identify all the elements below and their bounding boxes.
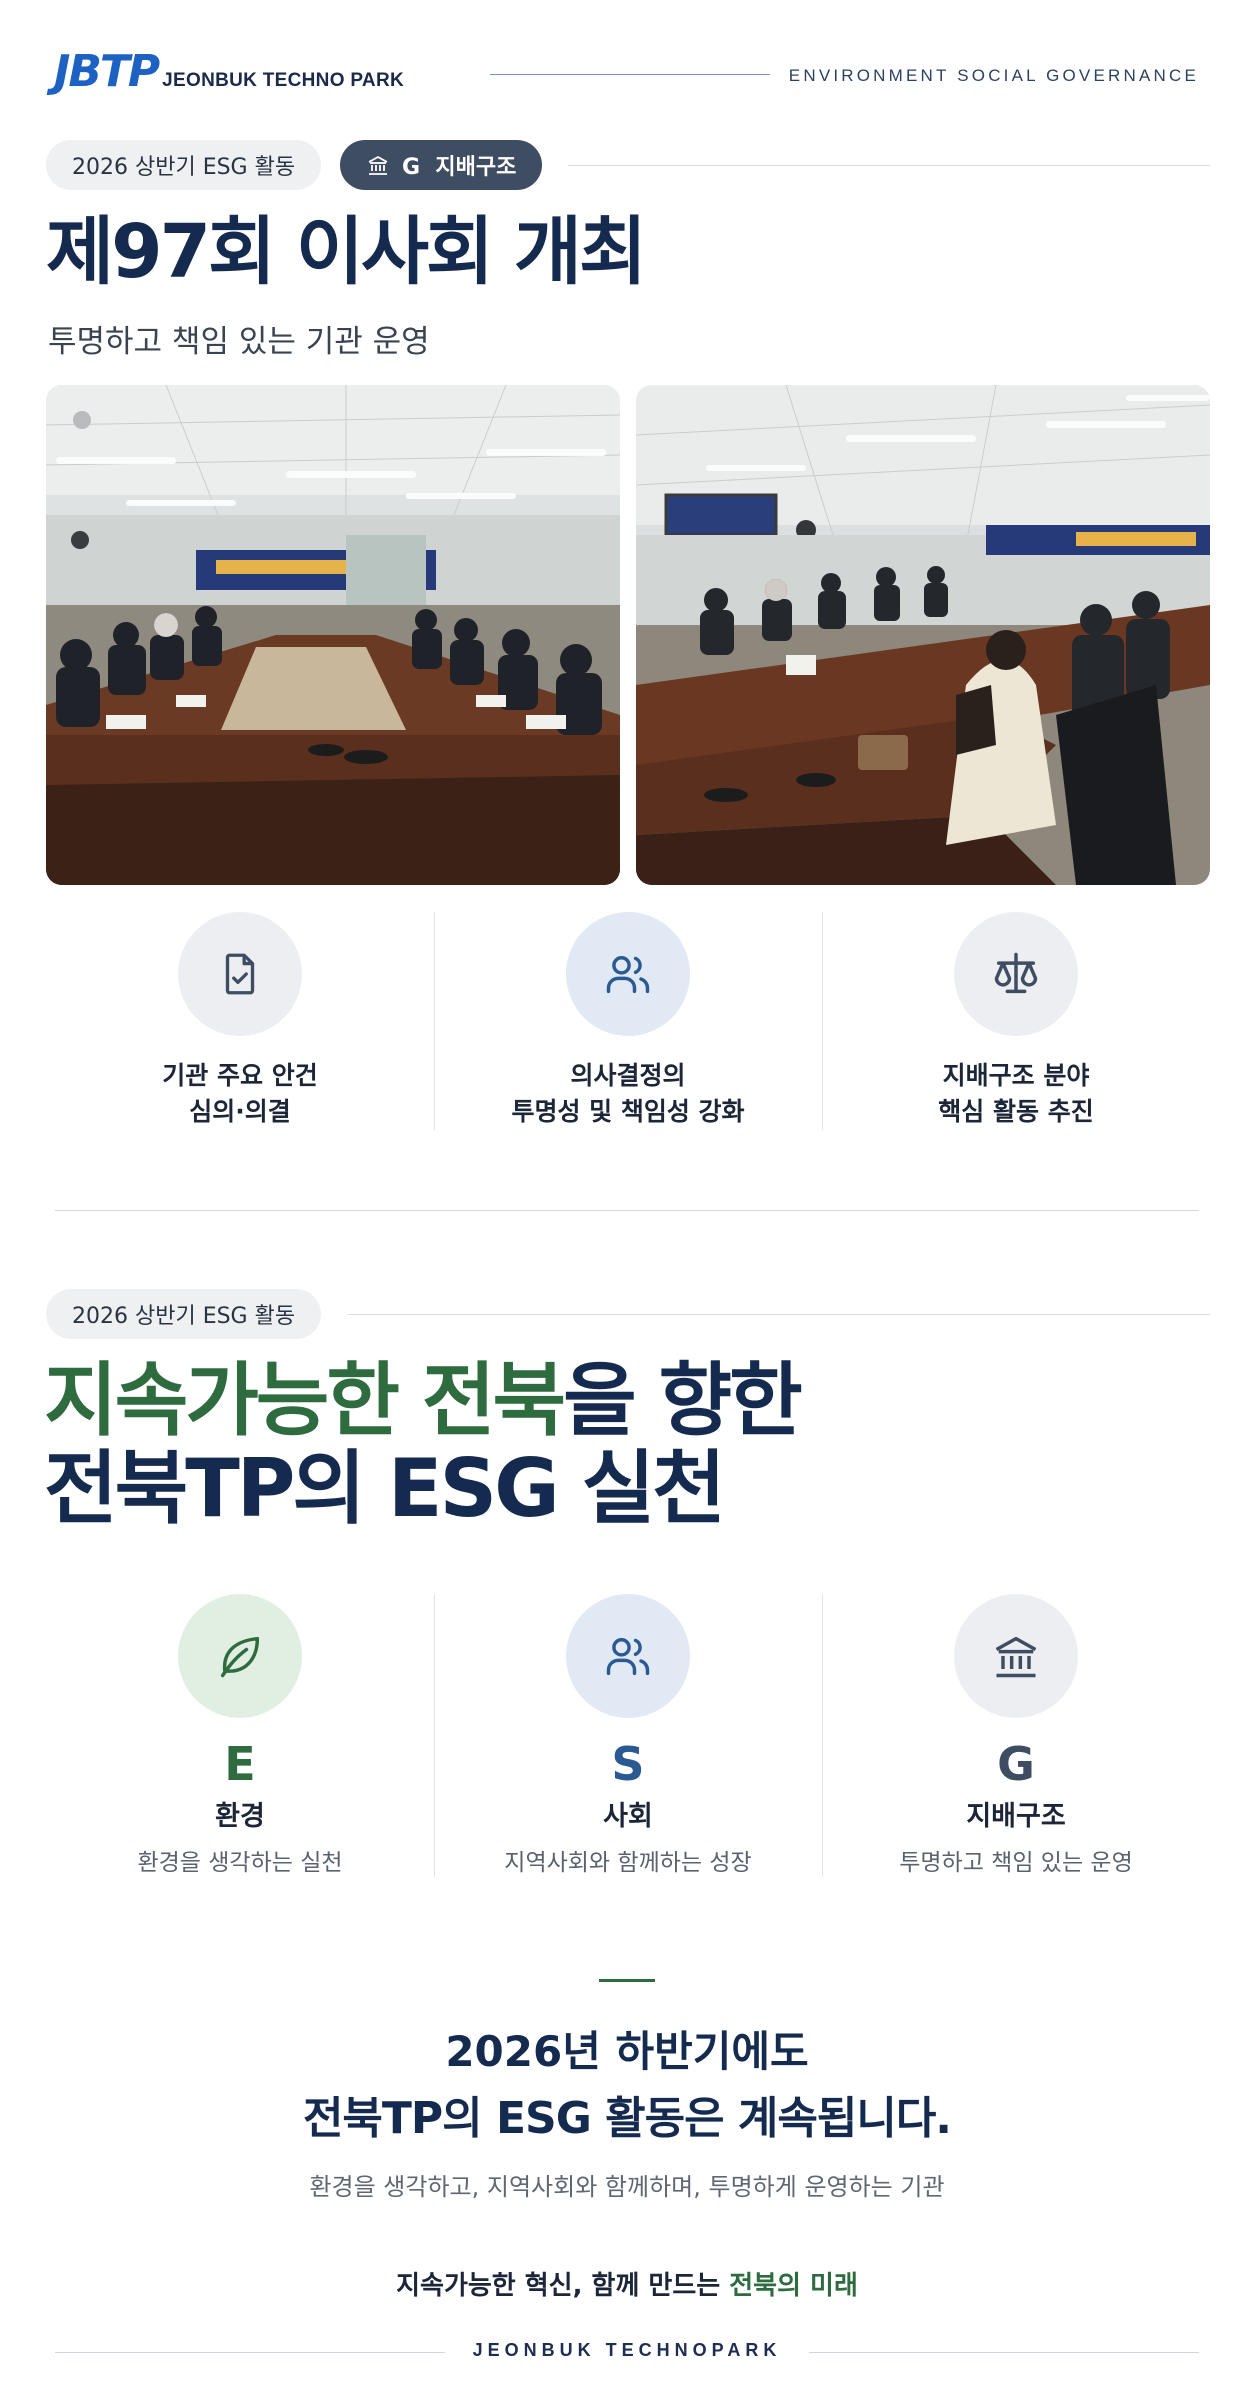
logo-text: JEONBUK TECHNO PARK — [162, 70, 404, 91]
headline-line2: 전북TP의 ESG 실천 — [44, 1442, 726, 1535]
feature-label: 기관 주요 안건 심의·의결 — [162, 1061, 318, 1126]
pillar-letter: E — [224, 1737, 256, 1791]
feature-label: 지배구조 분야 핵심 활동 추진 — [938, 1061, 1094, 1126]
header-divider — [490, 74, 770, 75]
feature-circle — [566, 912, 690, 1036]
pillar-desc: 지역사회와 함께하는 성장 — [504, 1850, 752, 1876]
closing-subtext: 환경을 생각하고, 지역사회와 함께하며, 투명하게 운영하는 기관 — [309, 2173, 945, 2201]
tagline-green: 전북의 미래 — [729, 2271, 858, 2301]
scale-icon — [994, 952, 1038, 994]
header-tagline: ENVIRONMENT SOCIAL GOVERNANCE — [788, 66, 1199, 85]
feature-agenda: 기관 주요 안건 심의·의결 — [46, 912, 434, 1130]
users-icon — [606, 956, 650, 994]
pillar-name: 사회 — [603, 1801, 653, 1832]
pillar-circle — [178, 1594, 302, 1718]
pillar-governance: G 지배구조 투명하고 책임 있는 운영 — [822, 1594, 1210, 1877]
agenda-features: 기관 주요 안건 심의·의결 의사결정의 투명성 및 책임성 강화 지배구조 분… — [46, 912, 1210, 1130]
footer-brand: JEONBUK TECHNOPARK — [472, 2340, 782, 2360]
headline-rest: 을 향한 — [563, 1354, 803, 1447]
institution-icon — [368, 156, 388, 175]
feature-transparency: 의사결정의 투명성 및 책임성 강화 — [434, 912, 822, 1130]
feature-label: 의사결정의 투명성 및 책임성 강화 — [511, 1061, 745, 1126]
closing-line-2: 전북TP의 ESG 활동은 계속됩니다. — [302, 2093, 952, 2144]
pillar-name: 환경 — [215, 1801, 265, 1832]
pillar-name: 지배구조 — [966, 1801, 1066, 1832]
accent-line — [599, 1979, 655, 1982]
jbtp-logo[interactable]: JBTP JEONBUK TECHNO PARK — [54, 50, 404, 94]
page-title: 제97회 이사회 개최 — [46, 209, 647, 295]
pillar-letter: G — [997, 1737, 1035, 1791]
pillar-letter: S — [611, 1737, 645, 1791]
section-divider — [55, 1210, 1199, 1211]
closing-tagline: 지속가능한 혁신, 함께 만드는 전북의 미래 — [0, 2265, 1254, 2302]
leaf-icon — [220, 1636, 260, 1678]
feature-governance: 지배구조 분야 핵심 활동 추진 — [822, 912, 1210, 1130]
category-pill-label: G 지배구조 — [402, 155, 517, 180]
feature-circle — [178, 912, 302, 1036]
headline-green: 지속가능한 전북 — [44, 1354, 566, 1447]
period-pill: 2026 상반기 ESG 활동 — [46, 140, 322, 190]
period-pill-2: 2026 상반기 ESG 활동 — [46, 1289, 322, 1339]
institution-icon — [995, 1636, 1037, 1678]
pillar-circle — [954, 1594, 1078, 1718]
category-pill: G 지배구조 — [340, 140, 543, 190]
users-icon — [606, 1638, 650, 1676]
tagline-dark: 지속가능한 혁신, 함께 만드는 — [396, 2271, 730, 2301]
header: JBTP JEONBUK TECHNO PARK ENVIRONMENT SOC… — [0, 0, 1254, 130]
page-subtitle: 투명하고 책임 있는 기관 운영 — [48, 324, 430, 360]
pillar-environment: E 환경 환경을 생각하는 실천 — [46, 1594, 434, 1877]
document-check-icon — [225, 953, 255, 995]
meeting-photo-1 — [46, 385, 620, 885]
esg-headline: 지속가능한 전북을 향한 전북TP의 ESG 실천 — [44, 1354, 803, 1535]
pillar-circle — [566, 1594, 690, 1718]
pill-rule — [568, 165, 1210, 166]
logo-mark: JBTP — [54, 46, 160, 97]
pill-rule-2 — [348, 1314, 1210, 1315]
pillar-desc: 환경을 생각하는 실천 — [137, 1850, 343, 1876]
feature-circle — [954, 912, 1078, 1036]
pillar-desc: 투명하고 책임 있는 운영 — [899, 1850, 1133, 1876]
pillar-social: S 사회 지역사회와 함께하는 성장 — [434, 1594, 822, 1877]
meeting-photo-2 — [636, 385, 1210, 885]
esg-pillars: E 환경 환경을 생각하는 실천 S 사회 지역사회와 함께하는 성장 G 지배 — [46, 1594, 1210, 1877]
closing-line-1: 2026년 하반기에도 — [445, 2027, 809, 2076]
